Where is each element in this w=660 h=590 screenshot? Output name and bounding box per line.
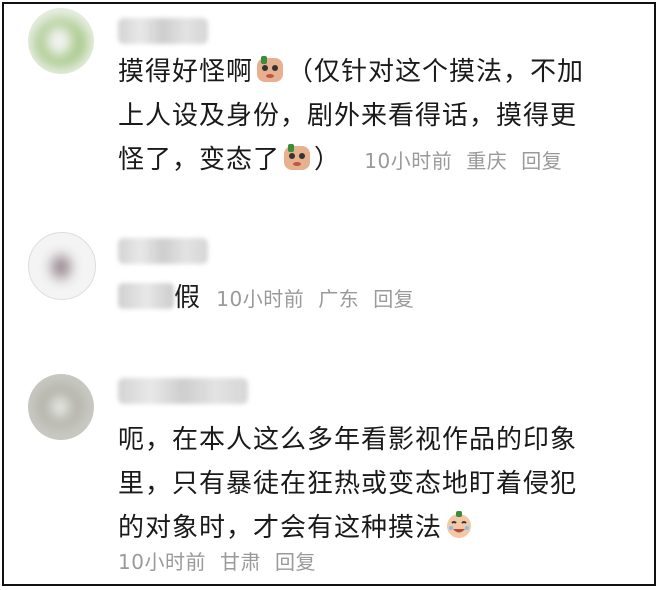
comment-text: 摸得好怪啊 （仅针对这个摸法，不加 上人设及身份，剧外来看得话，摸得更 怪了，变态…	[118, 50, 638, 183]
redacted-text	[118, 283, 174, 309]
reply-button[interactable]: 回复	[373, 287, 414, 311]
comment-text-line: 的对象时，才会有这种摸法	[118, 513, 443, 543]
comment-meta: 10小时前 重庆 回复	[364, 149, 576, 173]
comment-list: 摸得好怪啊 （仅针对这个摸法，不加 上人设及身份，剧外来看得话，摸得更 怪了，变态…	[2, 2, 656, 586]
reply-button[interactable]: 回复	[275, 550, 316, 574]
comment-time: 10小时前	[216, 287, 305, 311]
comment-location: 广东	[318, 287, 360, 311]
comment-text: 假 10小时前 广东 回复	[118, 276, 638, 321]
blushing-face-emoji-icon	[282, 142, 312, 172]
username-redacted[interactable]	[118, 378, 248, 404]
comment-meta: 10小时前 甘肃 回复	[118, 546, 330, 575]
comment-text-line: 怪了，变态了	[118, 145, 281, 175]
comment-text-line: 里，只有暴徒在狂热或变态地盯着侵犯	[118, 469, 578, 499]
comment-text-line: 上人设及身份，剧外来看得话，摸得更	[118, 101, 578, 131]
user-avatar[interactable]	[28, 374, 94, 440]
comment-meta: 10小时前 广东 回复	[216, 287, 428, 311]
comment-text-line: 呃，在本人这么多年看影视作品的印象	[118, 425, 578, 455]
comment-text-line: 假	[174, 283, 202, 313]
comment-text-line: （仅针对这个摸法，不加	[287, 57, 585, 87]
comment-location: 甘肃	[219, 550, 261, 574]
comment-text-line: ）	[314, 145, 342, 175]
reply-button[interactable]: 回复	[521, 149, 562, 173]
comment-time: 10小时前	[364, 149, 453, 173]
comment-text-line: 摸得好怪啊	[118, 57, 254, 87]
user-avatar[interactable]	[28, 232, 96, 300]
user-avatar[interactable]	[28, 8, 94, 74]
comment-text: 呃，在本人这么多年看影视作品的印象 里，只有暴徒在狂热或变态地盯着侵犯 的对象时…	[118, 418, 638, 550]
comment-time: 10小时前	[118, 550, 206, 574]
username-redacted[interactable]	[118, 238, 208, 264]
crying-laughing-emoji-icon	[444, 510, 474, 540]
username-redacted[interactable]	[118, 18, 208, 44]
comment-location: 重庆	[466, 149, 508, 173]
blushing-face-emoji-icon	[255, 54, 285, 84]
